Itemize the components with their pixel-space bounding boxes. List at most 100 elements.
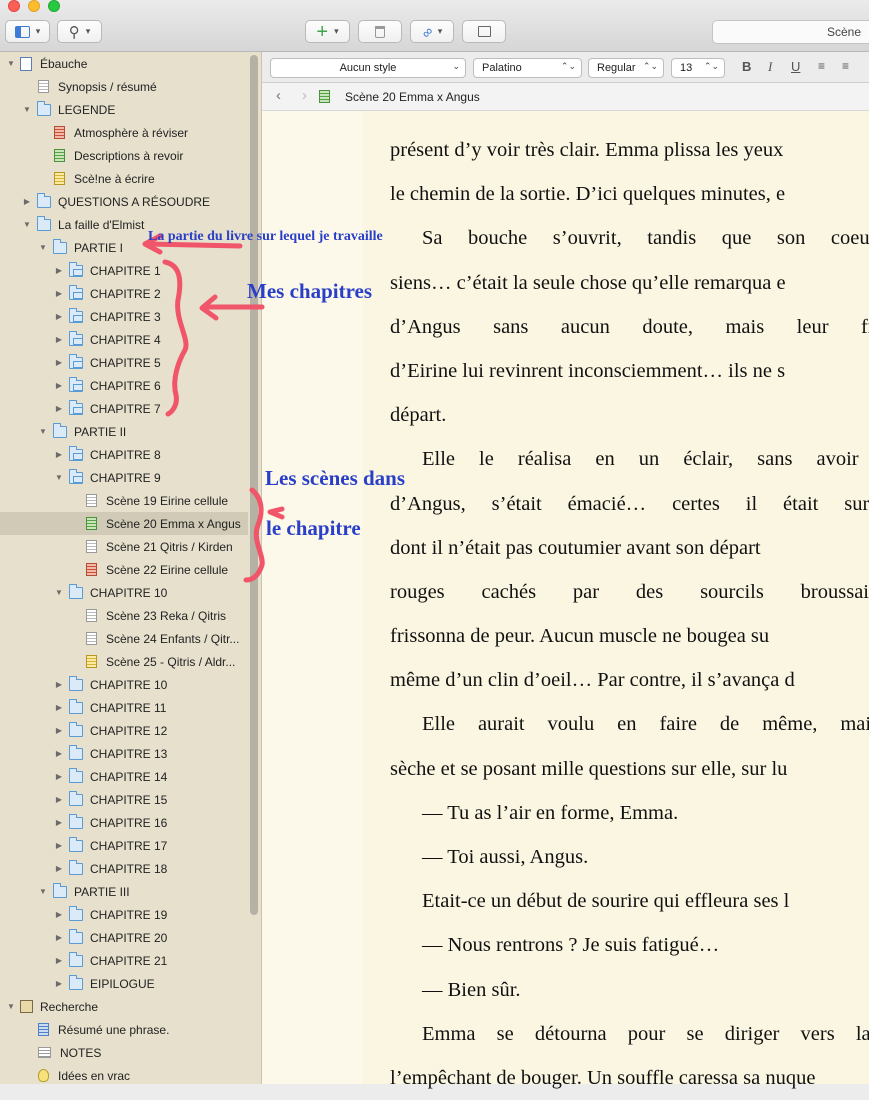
binder-item[interactable]: ▼ CHAPITRE 9 — [0, 466, 248, 489]
binder-item[interactable]: ▶ CHAPITRE 14 — [0, 765, 248, 788]
font-size-select[interactable]: 13 ⌃⌄ — [671, 58, 725, 78]
disclosure-open-icon[interactable]: ▼ — [22, 105, 32, 114]
disclosure-closed-icon[interactable]: ▶ — [54, 795, 64, 804]
font-select[interactable]: Palatino ⌃⌄ — [473, 58, 582, 78]
binder-item[interactable]: Résumé une phrase. — [0, 1018, 248, 1041]
align-center-icon[interactable]: ≡ — [842, 59, 849, 73]
binder-item[interactable]: ▼ Recherche — [0, 995, 248, 1018]
disclosure-closed-icon[interactable]: ▶ — [54, 381, 64, 390]
editor-area[interactable]: présent d’y voir très clair. Emma plissa… — [262, 111, 869, 1089]
search-button[interactable]: ⚲ ▾ — [57, 20, 102, 43]
compose-button[interactable] — [462, 20, 506, 43]
binder-item[interactable]: ▶ CHAPITRE 21 — [0, 949, 248, 972]
disclosure-closed-icon[interactable]: ▶ — [54, 979, 64, 988]
disclosure-closed-icon[interactable]: ▶ — [54, 864, 64, 873]
disclosure-closed-icon[interactable]: ▶ — [54, 818, 64, 827]
disclosure-open-icon[interactable]: ▼ — [54, 588, 64, 597]
binder-item[interactable]: ▶ CHAPITRE 10 — [0, 673, 248, 696]
search-field[interactable]: Scène — [712, 20, 869, 44]
lightbulb-icon — [38, 1069, 49, 1082]
binder-item[interactable]: Scène 21 Qitris / Kirden — [0, 535, 248, 558]
zoom-window-button[interactable] — [48, 0, 60, 12]
trash-button[interactable] — [358, 20, 402, 43]
binder-item[interactable]: Scène 20 Emma x Angus — [0, 512, 248, 535]
disclosure-closed-icon[interactable]: ▶ — [54, 772, 64, 781]
binder-item[interactable]: Scè!ne à écrire — [0, 167, 248, 190]
binder-item[interactable]: ▶ CHAPITRE 11 — [0, 696, 248, 719]
disclosure-open-icon[interactable]: ▼ — [38, 887, 48, 896]
binder-item[interactable]: ▶ CHAPITRE 18 — [0, 857, 248, 880]
disclosure-open-icon[interactable]: ▼ — [6, 59, 16, 68]
document-green-icon — [319, 90, 330, 103]
weight-select[interactable]: Regular ⌃⌄ — [588, 58, 664, 78]
binder-item[interactable]: NOTES — [0, 1041, 248, 1064]
binder-item[interactable]: ▼ PARTIE II — [0, 420, 248, 443]
binder-item[interactable]: ▶ CHAPITRE 13 — [0, 742, 248, 765]
italic-button[interactable]: I — [768, 59, 772, 75]
forward-arrow-icon[interactable]: › — [302, 87, 307, 104]
binder-item[interactable]: ▶ QUESTIONS A RÉSOUDRE — [0, 190, 248, 213]
disclosure-closed-icon[interactable]: ▶ — [54, 841, 64, 850]
add-button[interactable]: + ▾ — [305, 20, 350, 43]
disclosure-closed-icon[interactable]: ▶ — [54, 358, 64, 367]
binder-item[interactable]: Scène 25 - Qitris / Aldr... — [0, 650, 248, 673]
binder-item[interactable]: Synopsis / résumé — [0, 75, 248, 98]
binder-item[interactable]: Scène 24 Enfants / Qitr... — [0, 627, 248, 650]
binder-item[interactable]: Descriptions à revoir — [0, 144, 248, 167]
binder-item[interactable]: ▶ CHAPITRE 15 — [0, 788, 248, 811]
binder-item[interactable]: Scène 22 Eirine cellule — [0, 558, 248, 581]
binder-item[interactable]: ▶ CHAPITRE 8 — [0, 443, 248, 466]
binder-item[interactable]: ▶ CHAPITRE 20 — [0, 926, 248, 949]
minimize-window-button[interactable] — [28, 0, 40, 12]
binder-item[interactable]: ▶ CHAPITRE 17 — [0, 834, 248, 857]
binder-item[interactable]: ▼ Ébauche — [0, 52, 248, 75]
disclosure-closed-icon[interactable]: ▶ — [54, 749, 64, 758]
disclosure-open-icon[interactable]: ▼ — [38, 427, 48, 436]
binder-item[interactable]: ▶ CHAPITRE 5 — [0, 351, 248, 374]
disclosure-closed-icon[interactable]: ▶ — [54, 404, 64, 413]
binder-item[interactable]: Scène 23 Reka / Qitris — [0, 604, 248, 627]
binder-item[interactable]: ▶ CHAPITRE 2 — [0, 282, 248, 305]
binder-item[interactable]: ▶ CHAPITRE 1 — [0, 259, 248, 282]
align-left-icon[interactable]: ≡ — [818, 59, 825, 73]
binder-item[interactable]: ▼ PARTIE III — [0, 880, 248, 903]
binder-item[interactable]: Atmosphère à réviser — [0, 121, 248, 144]
disclosure-open-icon[interactable]: ▼ — [22, 220, 32, 229]
attach-button[interactable]: ∞ ▾ — [410, 20, 454, 43]
close-window-button[interactable] — [8, 0, 20, 12]
disclosure-open-icon[interactable]: ▼ — [38, 243, 48, 252]
disclosure-closed-icon[interactable]: ▶ — [54, 680, 64, 689]
style-select[interactable]: Aucun style ⌄ — [270, 58, 466, 78]
binder-item[interactable]: ▼ LEGENDE — [0, 98, 248, 121]
binder-item[interactable]: ▶ CHAPITRE 6 — [0, 374, 248, 397]
disclosure-closed-icon[interactable]: ▶ — [54, 266, 64, 275]
underline-button[interactable]: U — [791, 59, 800, 74]
binder-item[interactable]: ▶ CHAPITRE 12 — [0, 719, 248, 742]
disclosure-closed-icon[interactable]: ▶ — [54, 703, 64, 712]
disclosure-closed-icon[interactable]: ▶ — [54, 933, 64, 942]
disclosure-closed-icon[interactable]: ▶ — [22, 197, 32, 206]
view-mode-button[interactable]: ▾ — [5, 20, 50, 43]
binder-item[interactable]: ▶ EIPILOGUE — [0, 972, 248, 995]
disclosure-closed-icon[interactable]: ▶ — [54, 335, 64, 344]
disclosure-closed-icon[interactable]: ▶ — [54, 726, 64, 735]
editor-text[interactable]: présent d’y voir très clair. Emma plissa… — [390, 128, 869, 1100]
binder-item[interactable]: ▶ CHAPITRE 16 — [0, 811, 248, 834]
binder-item[interactable]: Scène 19 Eirine cellule — [0, 489, 248, 512]
binder-item[interactable]: ▼ CHAPITRE 10 — [0, 581, 248, 604]
disclosure-open-icon[interactable]: ▼ — [6, 1002, 16, 1011]
disclosure-open-icon[interactable]: ▼ — [54, 473, 64, 482]
disclosure-closed-icon[interactable]: ▶ — [54, 312, 64, 321]
binder-item[interactable]: Idées en vrac — [0, 1064, 248, 1084]
binder-item[interactable]: ▶ CHAPITRE 4 — [0, 328, 248, 351]
bold-button[interactable]: B — [742, 59, 751, 74]
disclosure-closed-icon[interactable]: ▶ — [54, 910, 64, 919]
disclosure-closed-icon[interactable]: ▶ — [54, 450, 64, 459]
back-arrow-icon[interactable]: ‹ — [276, 87, 281, 104]
binder-scrollbar[interactable] — [250, 55, 258, 915]
binder-item[interactable]: ▶ CHAPITRE 7 — [0, 397, 248, 420]
disclosure-closed-icon[interactable]: ▶ — [54, 289, 64, 298]
binder-item[interactable]: ▶ CHAPITRE 3 — [0, 305, 248, 328]
binder-item[interactable]: ▶ CHAPITRE 19 — [0, 903, 248, 926]
disclosure-closed-icon[interactable]: ▶ — [54, 956, 64, 965]
